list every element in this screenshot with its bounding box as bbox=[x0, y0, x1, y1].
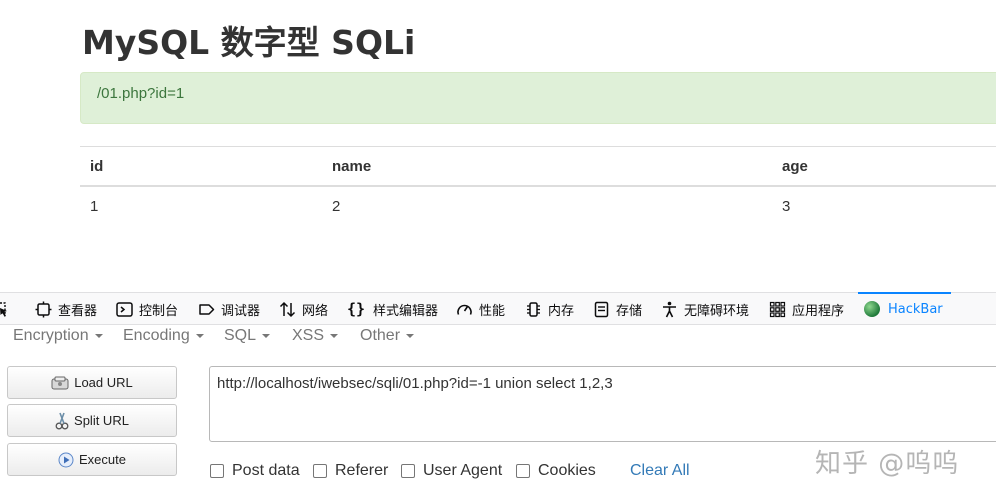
tab-network[interactable]: 网络 bbox=[279, 293, 328, 325]
post-data-label: Post data bbox=[232, 462, 300, 479]
menu-other-label: Other bbox=[360, 327, 401, 344]
accessibility-icon bbox=[663, 301, 676, 317]
tab-style-editor[interactable]: {} 样式编辑器 bbox=[347, 293, 438, 325]
results-table: id name age 1 2 3 bbox=[80, 146, 996, 227]
load-url-icon bbox=[51, 376, 69, 389]
menu-encoding-label: Encoding bbox=[123, 327, 190, 344]
memory-icon bbox=[527, 301, 540, 317]
style-editor-icon: {} bbox=[347, 299, 366, 318]
menu-sql-label: SQL bbox=[224, 327, 257, 344]
user-agent-option[interactable]: User Agent bbox=[401, 462, 502, 480]
tab-performance-label: 性能 bbox=[479, 303, 506, 319]
tab-storage[interactable]: 存储 bbox=[593, 293, 642, 325]
menu-sql[interactable]: SQL bbox=[224, 327, 271, 345]
caret-down-icon bbox=[94, 333, 103, 338]
clear-all-link[interactable]: Clear All bbox=[630, 462, 690, 480]
watermark: 知乎 @呜呜 bbox=[815, 449, 960, 479]
split-url-button[interactable]: Split URL bbox=[7, 404, 177, 437]
tab-style-editor-label: 样式编辑器 bbox=[373, 303, 439, 319]
cell-name: 2 bbox=[332, 198, 341, 215]
tab-network-label: 网络 bbox=[302, 303, 329, 319]
scissors-icon bbox=[55, 412, 69, 429]
performance-icon bbox=[457, 304, 472, 315]
page-title: MySQL 数字型 SQLi bbox=[82, 23, 416, 62]
post-data-checkbox[interactable] bbox=[210, 464, 224, 478]
referer-label: Referer bbox=[335, 462, 389, 479]
tab-hackbar-label: HackBar bbox=[888, 301, 943, 317]
caret-down-icon bbox=[406, 333, 415, 338]
execute-button[interactable]: Execute bbox=[7, 443, 177, 476]
network-icon bbox=[279, 301, 296, 317]
tab-application[interactable]: 应用程序 bbox=[769, 293, 844, 325]
tab-debugger-label: 调试器 bbox=[221, 303, 261, 319]
element-picker-button[interactable] bbox=[0, 293, 15, 325]
cookies-option[interactable]: Cookies bbox=[516, 462, 596, 480]
query-alert: /01.php?id=1 bbox=[80, 72, 996, 124]
table-header-row: id name age bbox=[80, 147, 996, 187]
tab-debugger[interactable]: 调试器 bbox=[198, 293, 260, 325]
caret-down-icon bbox=[195, 333, 204, 338]
cookies-checkbox[interactable] bbox=[516, 464, 530, 478]
tab-performance[interactable]: 性能 bbox=[456, 293, 505, 325]
tab-console-label: 控制台 bbox=[139, 303, 179, 319]
cell-id: 1 bbox=[90, 198, 99, 215]
menu-encoding[interactable]: Encoding bbox=[123, 327, 204, 345]
menu-xss[interactable]: XSS bbox=[292, 327, 339, 345]
application-icon bbox=[769, 301, 786, 317]
tab-memory-label: 内存 bbox=[548, 303, 575, 319]
play-icon bbox=[58, 452, 74, 467]
url-input[interactable]: http://localhost/iwebsec/sqli/01.php?id=… bbox=[209, 366, 996, 442]
menu-encryption[interactable]: Encryption bbox=[13, 327, 103, 345]
tab-memory[interactable]: 内存 bbox=[525, 293, 574, 325]
hackbar-menu: Encryption Encoding SQL XSS Other bbox=[0, 325, 996, 351]
menu-encryption-label: Encryption bbox=[13, 327, 89, 344]
tab-console[interactable]: 控制台 bbox=[116, 293, 178, 325]
tab-inspector[interactable]: 查看器 bbox=[35, 293, 97, 325]
tab-application-label: 应用程序 bbox=[792, 303, 845, 319]
header-id: id bbox=[90, 158, 104, 175]
referer-option[interactable]: Referer bbox=[313, 462, 388, 480]
split-url-label: Split URL bbox=[74, 413, 129, 428]
tab-storage-label: 存储 bbox=[616, 303, 643, 319]
header-name: name bbox=[332, 158, 372, 175]
caret-down-icon bbox=[262, 333, 271, 338]
console-icon bbox=[116, 301, 133, 317]
caret-down-icon bbox=[330, 333, 339, 338]
execute-label: Execute bbox=[79, 452, 126, 467]
element-picker-icon bbox=[0, 301, 7, 317]
query-display: /01.php?id=1 bbox=[97, 85, 185, 102]
referer-checkbox[interactable] bbox=[313, 464, 327, 478]
table-row: 1 2 3 bbox=[80, 187, 996, 227]
tab-accessibility-label: 无障碍环境 bbox=[684, 303, 750, 319]
load-url-button[interactable]: Load URL bbox=[7, 366, 177, 399]
hackbar-icon bbox=[864, 301, 880, 317]
cookies-label: Cookies bbox=[538, 462, 596, 479]
menu-xss-label: XSS bbox=[292, 327, 325, 344]
cell-age: 3 bbox=[782, 198, 791, 215]
tab-hackbar[interactable]: HackBar bbox=[858, 292, 951, 325]
user-agent-label: User Agent bbox=[423, 462, 503, 479]
tab-accessibility[interactable]: 无障碍环境 bbox=[661, 293, 749, 325]
user-agent-checkbox[interactable] bbox=[401, 464, 415, 478]
inspector-icon bbox=[35, 301, 52, 317]
header-age: age bbox=[782, 158, 808, 175]
load-url-label: Load URL bbox=[74, 375, 133, 390]
post-data-option[interactable]: Post data bbox=[210, 462, 300, 480]
tab-inspector-label: 查看器 bbox=[58, 303, 98, 319]
devtools-toolbar: 查看器 控制台 调试器 网络 {} 样式编辑器 性能 内存 存储 无障碍环境 应… bbox=[0, 292, 996, 325]
menu-other[interactable]: Other bbox=[360, 327, 415, 345]
debugger-icon bbox=[199, 303, 215, 315]
storage-icon bbox=[594, 301, 609, 317]
